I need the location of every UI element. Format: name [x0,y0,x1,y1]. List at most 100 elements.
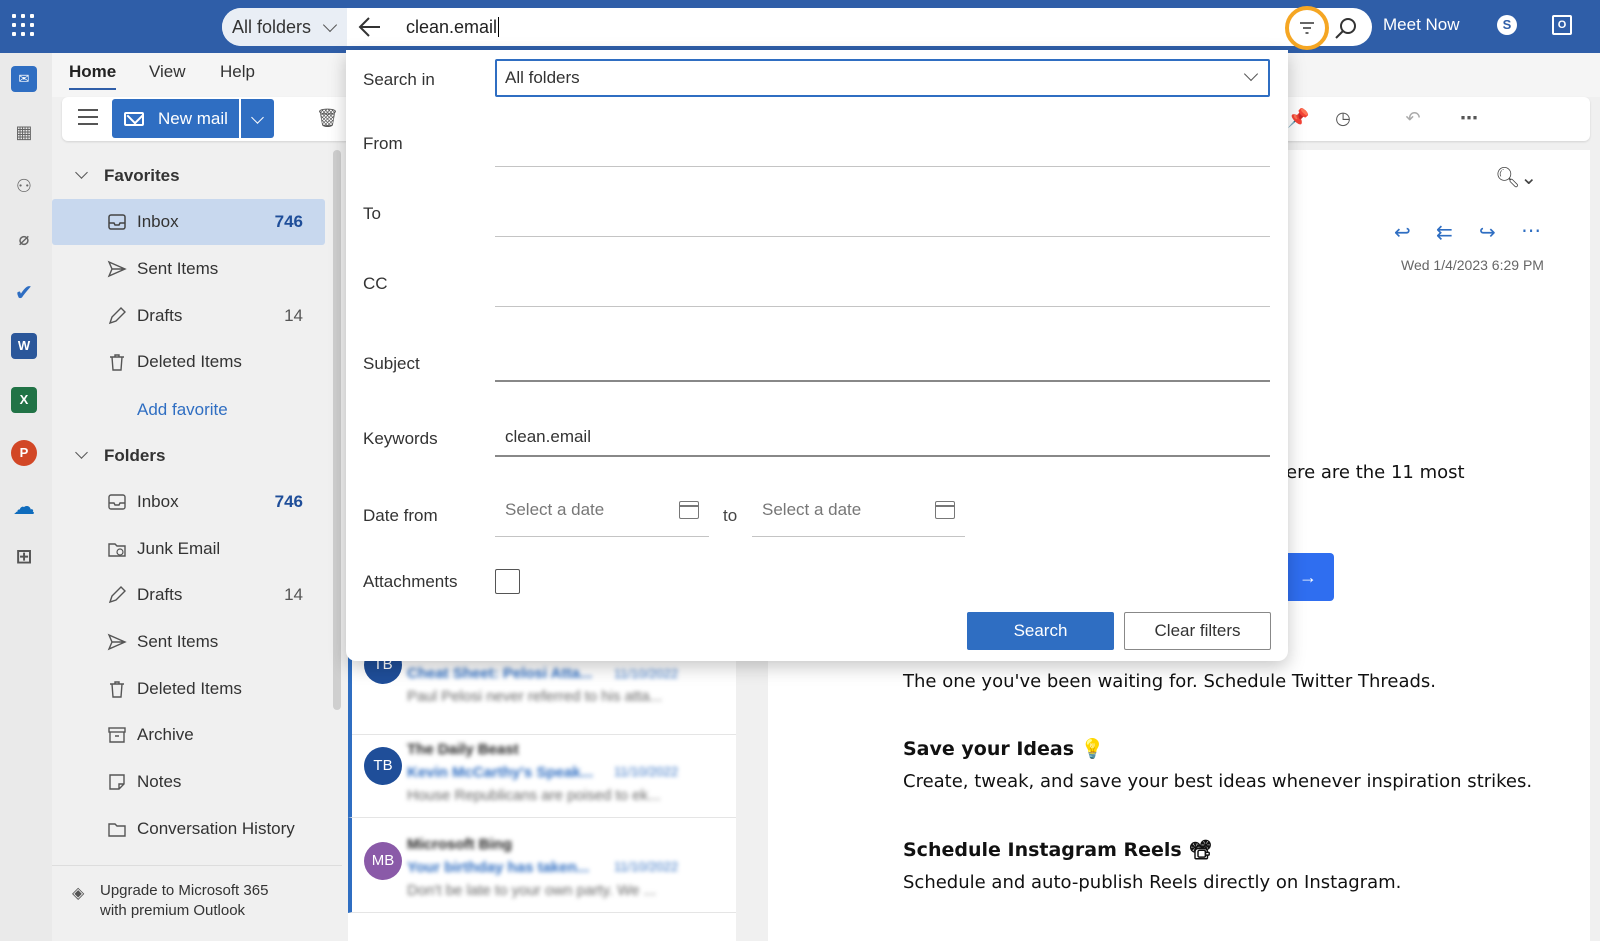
keywords-field[interactable]: clean.email [505,427,591,447]
folder-sent-items[interactable]: Sent Items [52,619,325,665]
folder-conversation-history[interactable]: Conversation History [52,806,325,852]
favorite-deleted-items[interactable]: Deleted Items [52,339,325,385]
unread-count: 746 [274,212,303,231]
to-label: To [363,204,381,223]
subject-field[interactable] [495,380,1270,382]
to-field[interactable] [495,236,1270,237]
avatar: MB [364,842,402,880]
folder-label: Drafts [137,585,183,604]
unread-count: 746 [274,492,303,511]
message-date: 11/10/2022 [614,859,679,874]
calendar-icon[interactable]: ▦ [11,119,37,145]
favorites-header[interactable]: Favorites [75,166,180,186]
new-mail-button[interactable]: New mail [112,99,239,138]
reply-all-icon[interactable]: ⇇ [1436,220,1453,245]
cta-button[interactable]: → [1282,553,1334,601]
folder-label: Deleted Items [137,679,242,698]
list-item[interactable]: MB Microsoft Bing Your birthday has take… [348,818,736,913]
folder-label: Inbox [137,492,179,511]
search-in-value: All folders [505,68,580,87]
list-item[interactable]: TB The Daily Beast Kevin McCarthy's Spea… [348,723,736,818]
item-count: 14 [284,306,303,325]
todo-icon[interactable]: ✔ [11,280,37,306]
search-icon[interactable] [1334,16,1358,40]
folder-notes[interactable]: Notes [52,759,325,805]
more-apps-icon[interactable]: ⊞ [11,544,37,570]
pencil-icon [108,307,126,325]
people-icon[interactable]: ⚇ [11,173,37,199]
attachment-icon[interactable]: ⌀ [11,226,37,252]
folder-drafts[interactable]: Drafts 14 [52,572,325,618]
tab-view[interactable]: View [149,62,186,82]
excel-icon[interactable]: X [11,387,37,413]
skype-icon[interactable]: S [1497,15,1517,35]
message-date: 11/10/2022 [614,764,679,779]
message-date: 11/10/2022 [614,666,679,681]
cc-label: CC [363,274,388,293]
favorite-sent-items[interactable]: Sent Items [52,246,325,292]
meet-now-button[interactable]: Meet Now [1383,15,1460,35]
favorites-label: Favorites [104,166,180,185]
folder-pane-scrollbar[interactable] [333,150,341,710]
upgrade-banner[interactable]: ◈ Upgrade to Microsoft 365 with premium … [52,865,342,941]
add-favorite-link[interactable]: Add favorite [137,400,228,420]
outlook-app-icon[interactable]: O [1552,15,1572,35]
cc-field[interactable] [495,306,1270,307]
calendar-icon[interactable] [935,501,955,519]
favorite-inbox[interactable]: Inbox 746 [52,199,325,245]
back-arrow-icon[interactable] [358,16,382,38]
upgrade-line-2: with premium Outlook [100,902,246,919]
mail-icon[interactable]: ✉ [11,66,37,92]
tab-home[interactable]: Home [69,62,117,90]
search-input[interactable]: clean.email [406,16,499,38]
search-button[interactable]: Search [967,612,1114,650]
folder-label: Junk Email [137,539,221,558]
date-to-separator: to [723,506,738,525]
new-mail-dropdown[interactable] [241,99,274,138]
tab-help[interactable]: Help [220,62,255,82]
folder-archive[interactable]: Archive [52,712,325,758]
zoom-icon[interactable]: 🔍︎⌄ [1495,165,1537,190]
clear-filters-button[interactable]: Clear filters [1124,612,1271,650]
body-line-3: Schedule and auto-publish Reels directly… [903,872,1402,893]
keywords-label: Keywords [363,429,438,448]
folder-junk-email[interactable]: Junk Email [52,526,325,572]
message-preview: Don't be late to your own party. We ... [407,882,657,899]
body-partial-line: ere are the 11 most [1286,462,1465,483]
trash-icon [110,681,124,698]
folder-label: Drafts [137,306,183,325]
folder-deleted-items[interactable]: Deleted Items [52,666,325,712]
date-to-input[interactable]: Select a date [752,495,965,537]
collapse-pane-icon[interactable] [78,109,98,125]
from-field[interactable] [495,166,1270,167]
word-icon[interactable]: W [11,333,37,359]
undo-icon[interactable]: ↶ [1402,107,1424,129]
app-launcher-icon[interactable] [12,14,34,36]
folders-header[interactable]: Folders [75,446,165,466]
search-scope-dropdown[interactable]: All folders [222,8,347,46]
search-filter-button[interactable] [1285,6,1329,50]
favorite-drafts[interactable]: Drafts 14 [52,293,325,339]
onedrive-icon[interactable]: ☁ [11,494,37,520]
date-from-input[interactable]: Select a date [495,495,709,537]
more-actions-icon[interactable]: ⋯ [1521,218,1541,243]
message-sender: Microsoft Bing [407,836,512,853]
search-in-select[interactable]: All folders [495,59,1270,97]
more-options-icon[interactable]: ⋯ [1458,107,1480,129]
calendar-icon[interactable] [679,501,699,519]
pin-icon[interactable]: 📌 [1287,107,1309,129]
message-subject: Cheat Sheet: Pelosi Atta... [407,665,593,682]
forward-icon[interactable]: ↪ [1479,220,1496,245]
attachments-checkbox[interactable] [495,569,520,594]
snooze-icon[interactable]: ◷ [1332,107,1354,129]
date-from-label: Date from [363,506,438,525]
folder-label: Notes [137,772,182,791]
powerpoint-icon[interactable]: P [11,440,37,466]
search-box[interactable]: All folders clean.email [222,6,1372,50]
folder-label: Sent Items [137,632,219,651]
delete-icon[interactable]: 🗑 [316,107,339,129]
folder-inbox[interactable]: Inbox 746 [52,479,325,525]
reply-icon[interactable]: ↩ [1394,220,1411,245]
pencil-icon [108,586,126,604]
app-rail: ✉ ▦ ⚇ ⌀ ✔ W X P ☁ ⊞ [0,53,52,941]
